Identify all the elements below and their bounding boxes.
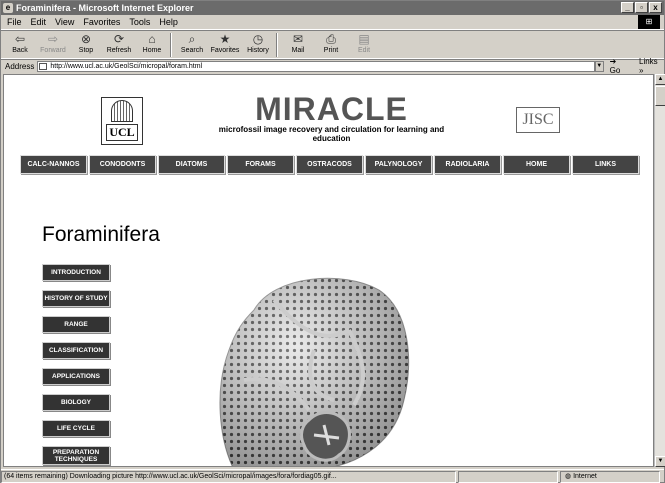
forward-button[interactable]: ⇨ Forward [38,31,68,55]
page-viewport: UCL MIRACLE microfossil image recovery a… [3,74,654,467]
toolbar-label: Stop [78,47,94,54]
status-zone: ◍ Internet [560,470,660,483]
edit-icon: ▤ [358,32,370,46]
menu-view[interactable]: View [55,17,74,27]
menu-help[interactable]: Help [159,17,178,27]
toolbar-label: Favorites [210,47,240,54]
ie-icon: e [3,3,13,13]
site-banner: MIRACLE microfossil image recovery and c… [199,91,464,144]
search-icon: ⌕ [188,32,196,46]
main-nav: CALC-NANNOS CONODONTS DIATOMS FORAMS OSTRACO… [20,155,639,174]
ucl-logo[interactable]: UCL [101,97,143,145]
refresh-icon: ⟳ [113,32,125,46]
ucl-logo-text: UCL [106,124,138,141]
sidenav-range[interactable]: RANGE [42,316,110,333]
sidenav-classification[interactable]: CLASSIFICATION [42,342,110,359]
toolbar-label: Refresh [106,47,132,54]
window-title: Foraminifera - Microsoft Internet Explor… [16,3,194,13]
minimize-button[interactable]: _ [621,2,634,13]
toolbar-label: Home [142,47,162,54]
sidenav-introduction[interactable]: INTRODUCTION [42,264,110,281]
address-input[interactable]: http://www.ucl.ac.uk/GeolSci/micropal/fo… [37,60,595,72]
print-icon: ⎙ [326,32,336,46]
toolbar-label: Print [323,47,339,54]
address-url: http://www.ucl.ac.uk/GeolSci/micropal/fo… [50,62,203,70]
title-bar: e Foraminifera - Microsoft Internet Expl… [1,1,664,15]
favorites-button[interactable]: ★ Favorites [210,31,240,55]
status-bar: (64 items remaining) Downloading picture… [1,469,664,483]
go-button[interactable]: ➔ Go [610,57,629,75]
favorites-icon: ★ [219,32,231,46]
address-label: Address [5,61,35,71]
toolbar-label: Back [12,47,28,54]
refresh-button[interactable]: ⟳ Refresh [104,31,134,55]
search-button[interactable]: ⌕ Search [177,31,207,55]
nav-links[interactable]: LINKS [572,155,639,174]
links-button[interactable]: Links » [639,57,664,75]
page-heading: Foraminifera [42,223,160,246]
menu-tools[interactable]: Tools [129,17,150,27]
mail-button[interactable]: ✉ Mail [283,31,313,55]
history-button[interactable]: ◷ History [243,31,273,55]
print-button[interactable]: ⎙ Print [316,31,346,55]
toolbar-label: History [247,47,269,54]
toolbar-label: Edit [357,47,371,54]
browser-window: e Foraminifera - Microsoft Internet Expl… [0,0,665,483]
page-icon [39,62,48,70]
nav-diatoms[interactable]: DIATOMS [158,155,225,174]
sidenav-applications[interactable]: APPLICATIONS [42,368,110,385]
menu-edit[interactable]: Edit [31,17,47,27]
menu-bar: File Edit View Favorites Tools Help ⊞ [1,15,664,30]
menu-file[interactable]: File [7,17,22,27]
toolbar-label: Search [180,47,204,54]
back-arrow-icon: ⇦ [14,32,26,46]
toolbar-separator [170,33,172,57]
windows-logo-icon: ⊞ [638,15,660,29]
nav-radiolaria[interactable]: RADIOLARIA [434,155,501,174]
nav-home[interactable]: HOME [503,155,570,174]
home-icon: ⌂ [148,32,156,46]
stop-button[interactable]: ⊗ Stop [71,31,101,55]
scroll-thumb[interactable] [655,86,665,106]
history-icon: ◷ [252,32,264,46]
mail-icon: ✉ [292,32,304,46]
ucl-portico-icon [111,100,133,122]
toolbar-label: Forward [40,47,66,54]
sidenav-preparation-techniques[interactable]: PREPARATION TECHNIQUES [42,446,110,465]
toolbar: ⇦ Back ⇨ Forward ⊗ Stop ⟳ Refresh ⌂ Home ⌕ Search ★ F… [1,30,664,59]
maximize-button[interactable]: ▫ [635,2,648,13]
address-bar: Address http://www.ucl.ac.uk/GeolSci/mic… [1,57,664,75]
nav-conodonts[interactable]: CONODONTS [89,155,156,174]
address-dropdown-button[interactable]: ▼ [594,60,604,72]
forward-arrow-icon: ⇨ [47,32,59,46]
edit-button[interactable]: ▤ Edit [349,31,379,55]
status-text: (64 items remaining) Downloading picture… [1,470,456,483]
jisc-logo[interactable]: JISC [516,107,560,133]
toolbar-label: Mail [291,47,305,54]
nav-calc-nannos[interactable]: CALC-NANNOS [20,155,87,174]
sidenav-life-cycle[interactable]: LIFE CYCLE [42,420,110,437]
site-subtitle: microfossil image recovery and circulati… [218,125,445,143]
globe-icon: ◍ [565,472,572,480]
side-nav: INTRODUCTION HISTORY OF STUDY RANGE CLASSIF… [42,264,110,466]
zone-label: Internet [573,472,597,480]
back-button[interactable]: ⇦ Back [5,31,35,55]
stop-icon: ⊗ [80,32,92,46]
nav-palynology[interactable]: PALYNOLOGY [365,155,432,174]
status-progress [458,470,558,483]
toolbar-separator [276,33,278,57]
scroll-up-icon[interactable]: ▲ [655,74,665,85]
sidenav-biology[interactable]: BIOLOGY [42,394,110,411]
menu-favorites[interactable]: Favorites [83,17,120,27]
foraminifera-image [219,277,410,466]
sidenav-history-of-study[interactable]: HISTORY OF STUDY [42,290,110,307]
nav-ostracods[interactable]: OSTRACODS [296,155,363,174]
go-arrow-icon: ➔ [609,57,617,66]
site-title: MIRACLE [255,91,408,127]
close-button[interactable]: x [649,2,662,13]
scroll-down-icon[interactable]: ▼ [655,456,665,467]
vertical-scrollbar[interactable]: ▲ ▼ [654,74,665,467]
home-button[interactable]: ⌂ Home [137,31,167,55]
nav-forams[interactable]: FORAMS [227,155,294,174]
